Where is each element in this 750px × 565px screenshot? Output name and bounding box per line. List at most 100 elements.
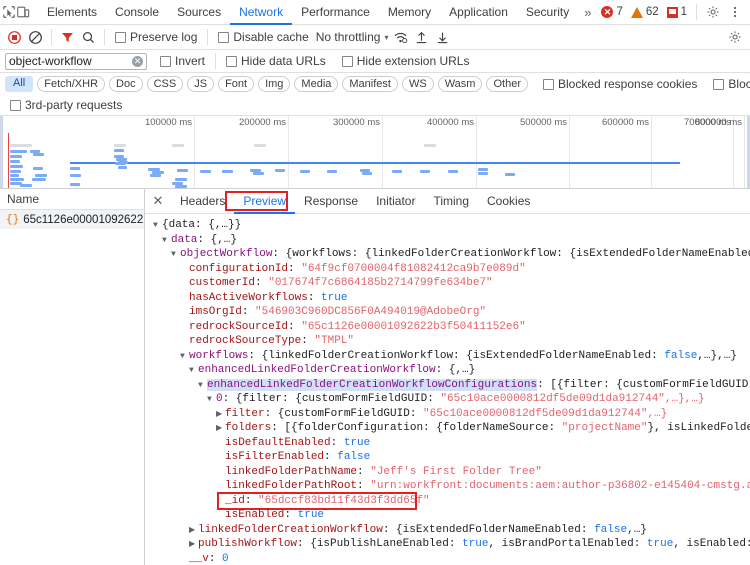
type-filter-font[interactable]: Font (218, 76, 254, 92)
json-tree-row[interactable]: __v: 0 (149, 552, 750, 565)
throttling-dropdown[interactable]: No throttling ▾ (314, 30, 391, 44)
type-filter-media[interactable]: Media (294, 76, 338, 92)
error-count-badge[interactable]: ✕ 7 (597, 6, 626, 18)
json-tree-row[interactable]: ▶folders: [{folderConfiguration: {folder… (149, 421, 750, 436)
type-filter-css[interactable]: CSS (147, 76, 184, 92)
json-tree-row[interactable]: ▼0: {filter: {customFormFieldGUID: "65c1… (149, 392, 750, 407)
json-tree-row[interactable]: ▼objectWorkflow: {workflows: {linkedFold… (149, 247, 750, 262)
info-count-badge[interactable]: 1 (663, 6, 691, 18)
tab-performance[interactable]: Performance (292, 0, 379, 25)
tab-console[interactable]: Console (106, 0, 168, 25)
hide-extension-urls-checkbox[interactable]: Hide extension URLs (337, 54, 475, 68)
tab-timing[interactable]: Timing (424, 189, 478, 214)
tab-initiator[interactable]: Initiator (367, 189, 424, 214)
gear-icon[interactable] (702, 1, 724, 23)
tab-application[interactable]: Application (440, 0, 517, 25)
json-preview-viewer[interactable]: ▼{data: {,…}}▼data: {,…}▼objectWorkflow:… (145, 214, 750, 565)
json-tree-row[interactable]: ▶publishWorkflow: {isPublishLaneEnabled:… (149, 537, 750, 552)
type-filter-other[interactable]: Other (486, 76, 528, 92)
json-tree-row[interactable]: linkedFolderPathName: "Jeff's First Fold… (149, 465, 750, 480)
tab-preview[interactable]: Preview (234, 189, 295, 214)
json-tree-row[interactable]: configurationId: "64f9cf0700004f81082412… (149, 262, 750, 277)
disclosure-triangle-down-icon[interactable]: ▼ (180, 350, 189, 365)
type-filter-ws[interactable]: WS (402, 76, 434, 92)
type-filter-fetch-xhr[interactable]: Fetch/XHR (37, 76, 105, 92)
overview-left-handle[interactable] (0, 116, 3, 189)
json-tree-row[interactable]: isEnabled: true (149, 508, 750, 523)
disclosure-triangle-right-icon[interactable]: ▶ (216, 408, 225, 423)
json-token: enhancedLinkedFolderCreationWorkflowConf… (207, 379, 537, 391)
disclosure-triangle-down-icon[interactable]: ▼ (171, 248, 180, 263)
tab-elements[interactable]: Elements (38, 0, 106, 25)
json-tree-row[interactable]: linkedFolderPathRoot: "urn:workfront:doc… (149, 479, 750, 494)
search-icon[interactable] (78, 25, 99, 50)
third-party-requests-checkbox[interactable]: 3rd-party requests (10, 98, 127, 112)
json-tree-row[interactable]: ▼data: {,…} (149, 233, 750, 248)
disable-cache-checkbox[interactable]: Disable cache (213, 30, 313, 44)
json-tree-row[interactable]: redrockSourceType: "TMPL" (149, 334, 750, 349)
export-har-icon[interactable] (432, 25, 453, 50)
json-tree-row[interactable]: ▶linkedFolderCreationWorkflow: {isExtend… (149, 523, 750, 538)
json-tree-row[interactable]: ▼enhancedLinkedFolderCreationWorkflowCon… (149, 378, 750, 393)
json-tree-row[interactable]: ▼enhancedLinkedFolderCreationWorkflow: {… (149, 363, 750, 378)
filter-input[interactable]: object-workflow ✕ (5, 53, 147, 70)
more-tabs-chevron-icon[interactable]: » (578, 5, 597, 20)
table-row[interactable]: {} 65c1126e00001092622… (0, 210, 144, 229)
disclosure-triangle-down-icon[interactable]: ▼ (207, 393, 216, 408)
close-detail-icon[interactable]: ✕ (145, 189, 171, 214)
preserve-log-checkbox[interactable]: Preserve log (110, 30, 202, 44)
requests-column-header[interactable]: Name (0, 189, 144, 210)
json-token: : (357, 466, 370, 478)
type-filter-wasm[interactable]: Wasm (438, 76, 483, 92)
network-conditions-icon[interactable] (390, 25, 411, 50)
type-filter-all[interactable]: All (5, 76, 33, 92)
json-tree-row[interactable]: redrockSourceId: "65c1126e00001092622b3f… (149, 320, 750, 335)
disclosure-triangle-down-icon[interactable]: ▼ (153, 219, 162, 234)
tab-network[interactable]: Network (230, 0, 292, 25)
tree-indent-spacer (180, 292, 189, 307)
json-tree-row[interactable]: ▼workflows: {linkedFolderCreationWorkflo… (149, 349, 750, 364)
disclosure-triangle-right-icon[interactable]: ▶ (189, 538, 198, 553)
warning-count-badge[interactable]: 62 (627, 6, 663, 18)
filter-icon[interactable] (57, 25, 78, 50)
type-filter-manifest[interactable]: Manifest (342, 76, 398, 92)
tab-security[interactable]: Security (517, 0, 578, 25)
disclosure-triangle-down-icon[interactable]: ▼ (198, 379, 207, 394)
type-filter-doc[interactable]: Doc (109, 76, 143, 92)
inspect-element-icon[interactable] (2, 1, 16, 24)
close-icon[interactable] (746, 1, 750, 23)
clear-icon[interactable] (25, 25, 46, 50)
clear-filter-icon[interactable]: ✕ (132, 56, 143, 67)
json-tree-row[interactable]: ▼{data: {,…}} (149, 218, 750, 233)
throttling-label: No throttling (316, 30, 381, 44)
timeline-request-bar (33, 167, 43, 170)
tab-sources[interactable]: Sources (168, 0, 230, 25)
blocked-requests-checkbox[interactable]: Blocked requests (708, 77, 750, 91)
json-tree-row[interactable]: ▶filter: {customFormFieldGUID: "65c10ace… (149, 407, 750, 422)
record-stop-icon[interactable] (4, 25, 25, 50)
json-tree-row[interactable]: _id: "65dccf83bd11f43d3f3dd65f" (149, 494, 750, 509)
import-har-icon[interactable] (411, 25, 432, 50)
tab-memory[interactable]: Memory (379, 0, 440, 25)
disclosure-triangle-right-icon[interactable]: ▶ (216, 422, 225, 437)
disclosure-triangle-right-icon[interactable]: ▶ (189, 524, 198, 539)
hide-data-urls-checkbox[interactable]: Hide data URLs (221, 54, 331, 68)
tab-headers[interactable]: Headers (171, 189, 234, 214)
json-tree-row[interactable]: isFilterEnabled: false (149, 450, 750, 465)
blocked-response-cookies-checkbox[interactable]: Blocked response cookies (538, 77, 702, 91)
disclosure-triangle-down-icon[interactable]: ▼ (162, 234, 171, 249)
kebab-menu-icon[interactable] (724, 1, 746, 23)
invert-checkbox[interactable]: Invert (155, 54, 210, 68)
tab-cookies[interactable]: Cookies (478, 189, 539, 214)
type-filter-img[interactable]: Img (258, 76, 290, 92)
network-overview-timeline[interactable]: 100000 ms 200000 ms 300000 ms 400000 ms … (0, 116, 750, 189)
json-tree-row[interactable]: isDefaultEnabled: true (149, 436, 750, 451)
json-tree-row[interactable]: hasActiveWorkflows: true (149, 291, 750, 306)
network-settings-gear-icon[interactable] (724, 26, 746, 48)
device-toolbar-icon[interactable] (16, 1, 30, 24)
disclosure-triangle-down-icon[interactable]: ▼ (189, 364, 198, 379)
json-tree-row[interactable]: imsOrgId: "546903C960DC856F0A494019@Adob… (149, 305, 750, 320)
json-tree-row[interactable]: customerId: "017674f7c6864185b2714799fe6… (149, 276, 750, 291)
tab-response[interactable]: Response (295, 189, 367, 214)
type-filter-js[interactable]: JS (187, 76, 214, 92)
